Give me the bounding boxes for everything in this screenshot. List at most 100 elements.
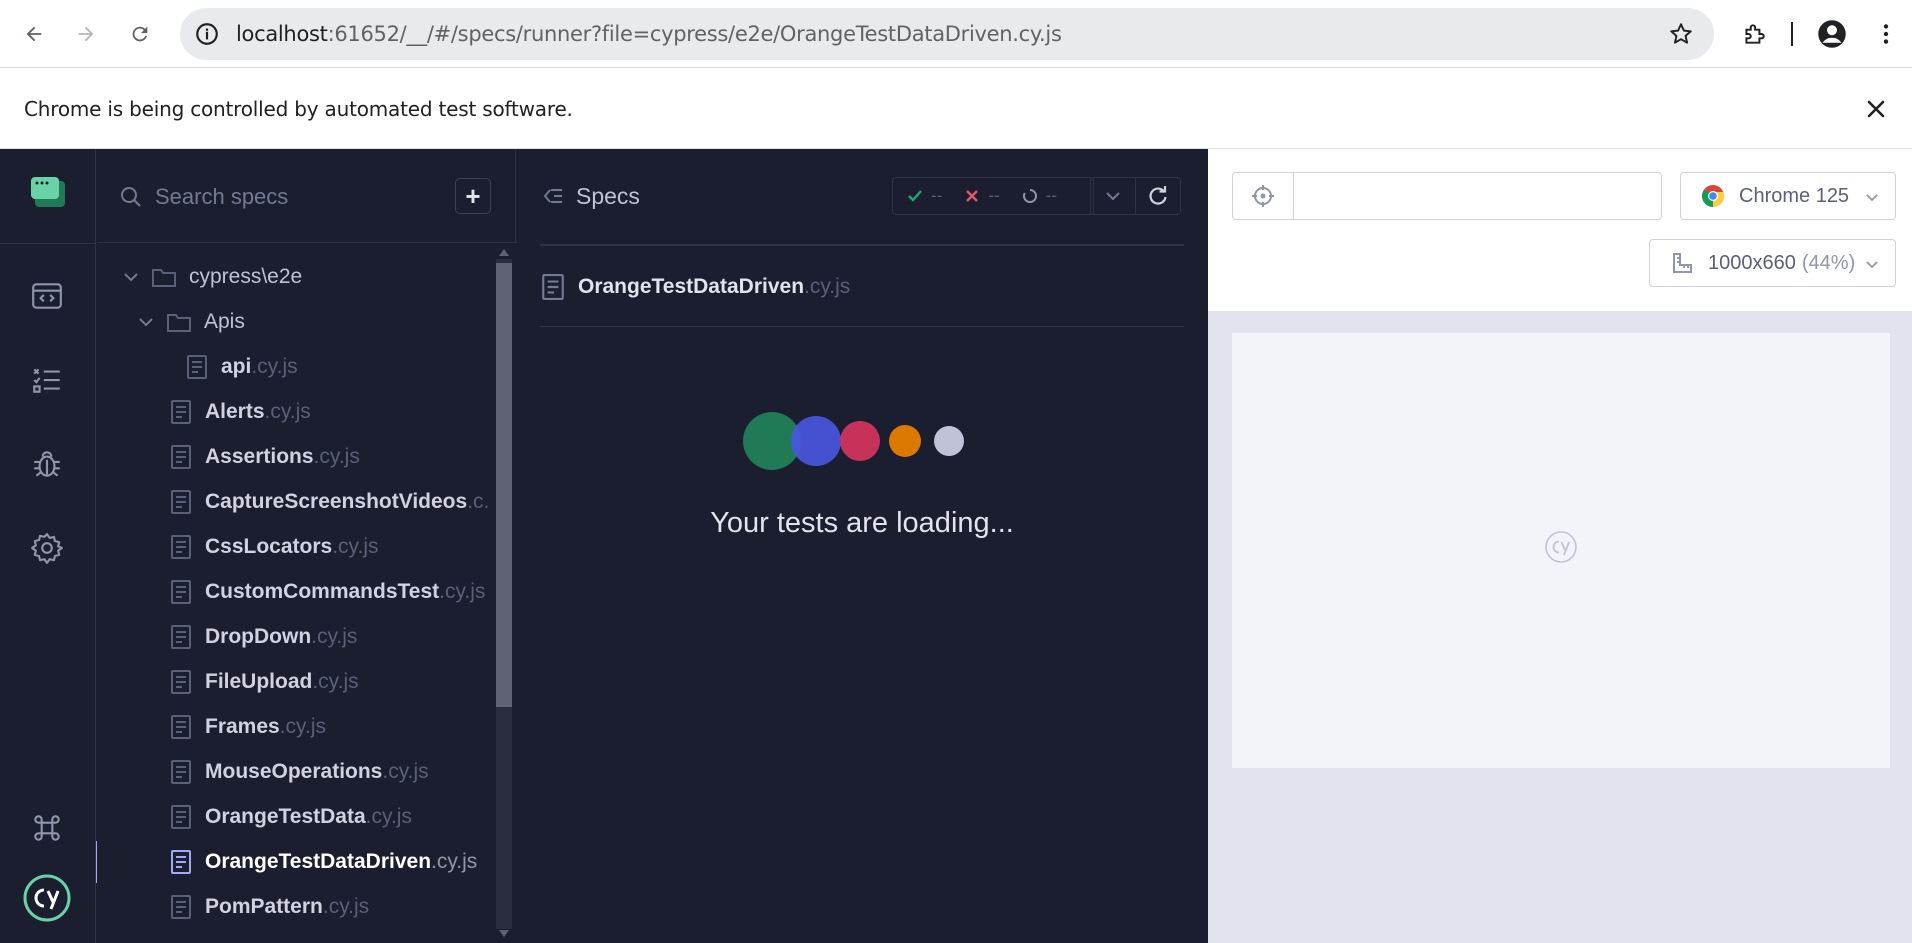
viewport-scale: (44%) bbox=[1801, 251, 1856, 274]
spec-item-pompattern[interactable]: PomPattern .cy.js bbox=[97, 887, 490, 927]
collapse-specs-icon[interactable] bbox=[542, 185, 564, 207]
url-host: localhost bbox=[236, 22, 328, 46]
forward-button[interactable] bbox=[66, 14, 106, 54]
document-icon bbox=[187, 355, 207, 379]
spec-name: CssLocators bbox=[205, 535, 333, 558]
spec-name: api bbox=[221, 355, 252, 378]
spec-item-csslocators[interactable]: CssLocators .cy.js bbox=[97, 527, 490, 567]
reload-button[interactable] bbox=[120, 14, 160, 54]
search-specs-input[interactable] bbox=[155, 179, 445, 215]
nav-settings[interactable] bbox=[28, 529, 66, 567]
star-icon[interactable] bbox=[1668, 21, 1694, 47]
chrome-menu-button[interactable] bbox=[1866, 14, 1906, 54]
spec-item-customcommandstest[interactable]: CustomCommandsTest .cy.js bbox=[97, 572, 490, 612]
chevron-down-icon bbox=[1866, 194, 1878, 202]
spec-name: Frames bbox=[205, 715, 280, 738]
info-icon[interactable] bbox=[194, 21, 220, 47]
ruler-icon bbox=[1673, 253, 1692, 273]
spec-item-orangetestdata[interactable]: OrangeTestData .cy.js bbox=[97, 797, 490, 837]
spec-item-mouseoperations[interactable]: MouseOperations .cy.js bbox=[97, 752, 490, 792]
browser-select-button[interactable]: Chrome 125 bbox=[1680, 172, 1896, 220]
extensions-button[interactable] bbox=[1734, 14, 1774, 54]
spec-item-dropdown[interactable]: DropDown .cy.js bbox=[97, 617, 490, 657]
scroll-thumb[interactable] bbox=[496, 263, 512, 707]
specs-list-panel: + cypress\e2e Apis api.cy.js Alerts.cy.j… bbox=[97, 149, 516, 943]
selector-playground-button[interactable] bbox=[1233, 173, 1294, 219]
tree-folder-e2e[interactable]: cypress\e2e bbox=[97, 257, 490, 297]
tree-folder-apis[interactable]: Apis bbox=[97, 302, 490, 342]
cypress-logo-icon[interactable] bbox=[22, 873, 72, 923]
bug-icon bbox=[34, 451, 60, 477]
test-results-icon bbox=[33, 368, 60, 393]
chevron-down-icon bbox=[1866, 261, 1878, 269]
loader-dot bbox=[889, 425, 921, 457]
document-icon bbox=[171, 445, 191, 469]
spec-item-fileupload[interactable]: FileUpload .cy.js bbox=[97, 662, 490, 702]
test-stats: -- -- -- bbox=[892, 177, 1094, 215]
pending-icon bbox=[1022, 189, 1037, 203]
spec-name: OrangeTestData bbox=[205, 805, 366, 828]
back-button[interactable] bbox=[14, 14, 54, 54]
spec-name: FileUpload bbox=[205, 670, 313, 693]
profile-button[interactable] bbox=[1812, 14, 1852, 54]
folder-label: Apis bbox=[204, 310, 245, 333]
spec-item-orangetestdatadriven[interactable]: OrangeTestDataDriven .cy.js bbox=[97, 842, 490, 882]
project-logo-icon[interactable] bbox=[31, 177, 65, 207]
browser-code-icon bbox=[32, 283, 62, 309]
document-icon bbox=[171, 580, 191, 604]
spec-item-capturescreenshotvideos[interactable]: CaptureScreenshotVideos.c... bbox=[97, 482, 490, 522]
nav-runs[interactable] bbox=[28, 361, 66, 399]
pending-count: -- bbox=[1022, 186, 1057, 206]
rerun-tests-button[interactable] bbox=[1135, 177, 1181, 215]
aut-url-input[interactable] bbox=[1295, 173, 1661, 219]
spec-item-frames[interactable]: Frames .cy.js bbox=[97, 707, 490, 747]
side-navigation bbox=[0, 149, 102, 943]
keyboard-shortcuts-button[interactable] bbox=[28, 809, 66, 847]
address-bar[interactable]: localhost:61652/__/#/specs/runner?file=c… bbox=[180, 8, 1714, 60]
spec-name: DropDown bbox=[205, 625, 312, 648]
spec-extension: .cy.js bbox=[332, 535, 379, 558]
passed-count: -- bbox=[907, 186, 942, 206]
close-icon[interactable] bbox=[1862, 95, 1890, 123]
spec-extension: .cy.js bbox=[312, 670, 359, 693]
loader-dot bbox=[934, 426, 964, 456]
arrow-left-icon bbox=[26, 26, 42, 42]
scroll-down-icon[interactable] bbox=[498, 929, 510, 939]
nav-divider bbox=[0, 243, 96, 244]
url-text[interactable]: localhost:61652/__/#/specs/runner?file=c… bbox=[236, 8, 1062, 60]
aut-header: Chrome 125 1000x660 (44%) bbox=[1208, 149, 1912, 311]
current-spec-extension: .cy.js bbox=[804, 275, 851, 298]
spec-item-assertions[interactable]: Assertions .cy.js bbox=[97, 437, 490, 477]
viewport-size: 1000x660 bbox=[1708, 251, 1796, 274]
spec-extension: .cy.js bbox=[322, 895, 370, 918]
nav-debug[interactable] bbox=[28, 445, 66, 483]
viewport-button[interactable]: 1000x660 (44%) bbox=[1649, 239, 1896, 287]
x-icon bbox=[966, 190, 979, 202]
scroll-up-icon[interactable] bbox=[498, 247, 510, 257]
reporter-title[interactable]: Specs bbox=[576, 177, 640, 215]
browser-toolbar: localhost:61652/__/#/specs/runner?file=c… bbox=[0, 0, 1912, 68]
arrow-right-icon bbox=[78, 26, 94, 42]
loading-dots-icon bbox=[743, 412, 964, 470]
aut-iframe[interactable] bbox=[1232, 333, 1890, 768]
spec-extension: .cy.js bbox=[279, 715, 326, 738]
loader-dot bbox=[791, 416, 841, 466]
spec-list-scrollbar[interactable] bbox=[490, 243, 516, 943]
document-icon bbox=[171, 760, 191, 784]
spec-item-api[interactable]: api .cy.js bbox=[97, 347, 490, 387]
spec-extension: .cy.js bbox=[264, 400, 311, 423]
check-icon bbox=[908, 190, 922, 202]
crosshair-icon bbox=[1252, 185, 1274, 207]
document-icon bbox=[171, 400, 191, 424]
spec-item-alerts[interactable]: Alerts .cy.js bbox=[97, 392, 490, 432]
expand-tests-button[interactable] bbox=[1090, 177, 1136, 215]
chrome-icon bbox=[1702, 185, 1725, 207]
chevron-down-icon bbox=[124, 273, 138, 282]
chevron-down-icon bbox=[139, 318, 153, 327]
spec-name: CaptureScreenshotVideos bbox=[205, 490, 468, 513]
toolbar-divider bbox=[1790, 14, 1794, 54]
document-icon bbox=[171, 490, 191, 514]
url-path: :61652/__/#/specs/runner?file=cypress/e2… bbox=[327, 22, 1062, 46]
new-spec-button[interactable]: + bbox=[455, 178, 491, 214]
nav-specs[interactable] bbox=[28, 277, 66, 315]
